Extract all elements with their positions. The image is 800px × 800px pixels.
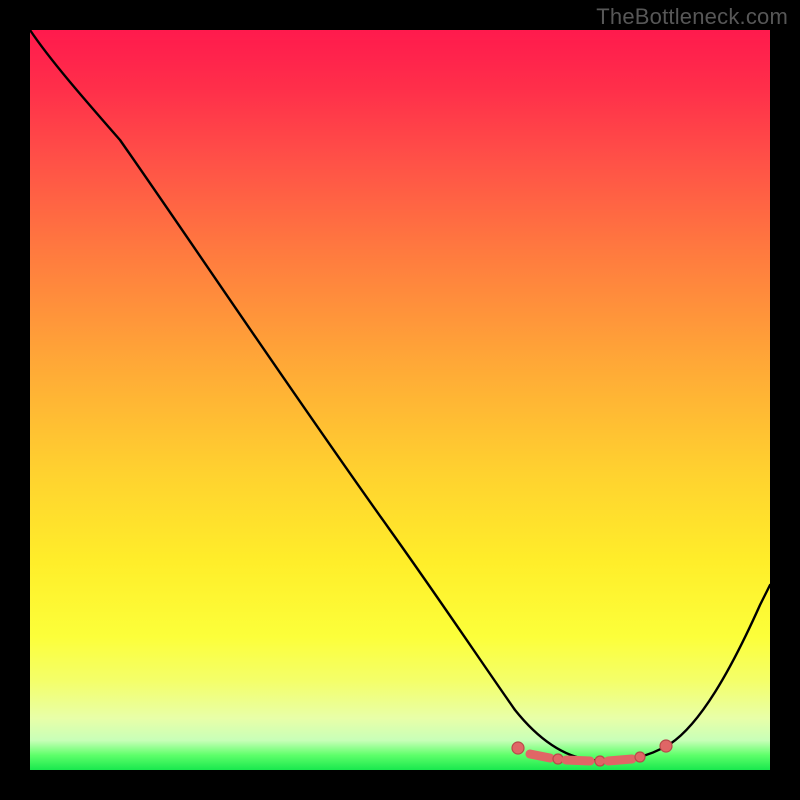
- marker-dot: [512, 742, 524, 754]
- marker-dot: [660, 740, 672, 752]
- marker-dash: [608, 759, 632, 761]
- minimum-markers: [512, 740, 672, 766]
- marker-dot: [635, 752, 645, 762]
- bottleneck-curve: [30, 30, 770, 761]
- marker-dot: [553, 754, 563, 764]
- marker-dash: [530, 754, 550, 758]
- marker-dash: [566, 760, 590, 761]
- chart-frame: TheBottleneck.com: [0, 0, 800, 800]
- plot-area: [30, 30, 770, 770]
- chart-svg: [30, 30, 770, 770]
- watermark-text: TheBottleneck.com: [596, 4, 788, 30]
